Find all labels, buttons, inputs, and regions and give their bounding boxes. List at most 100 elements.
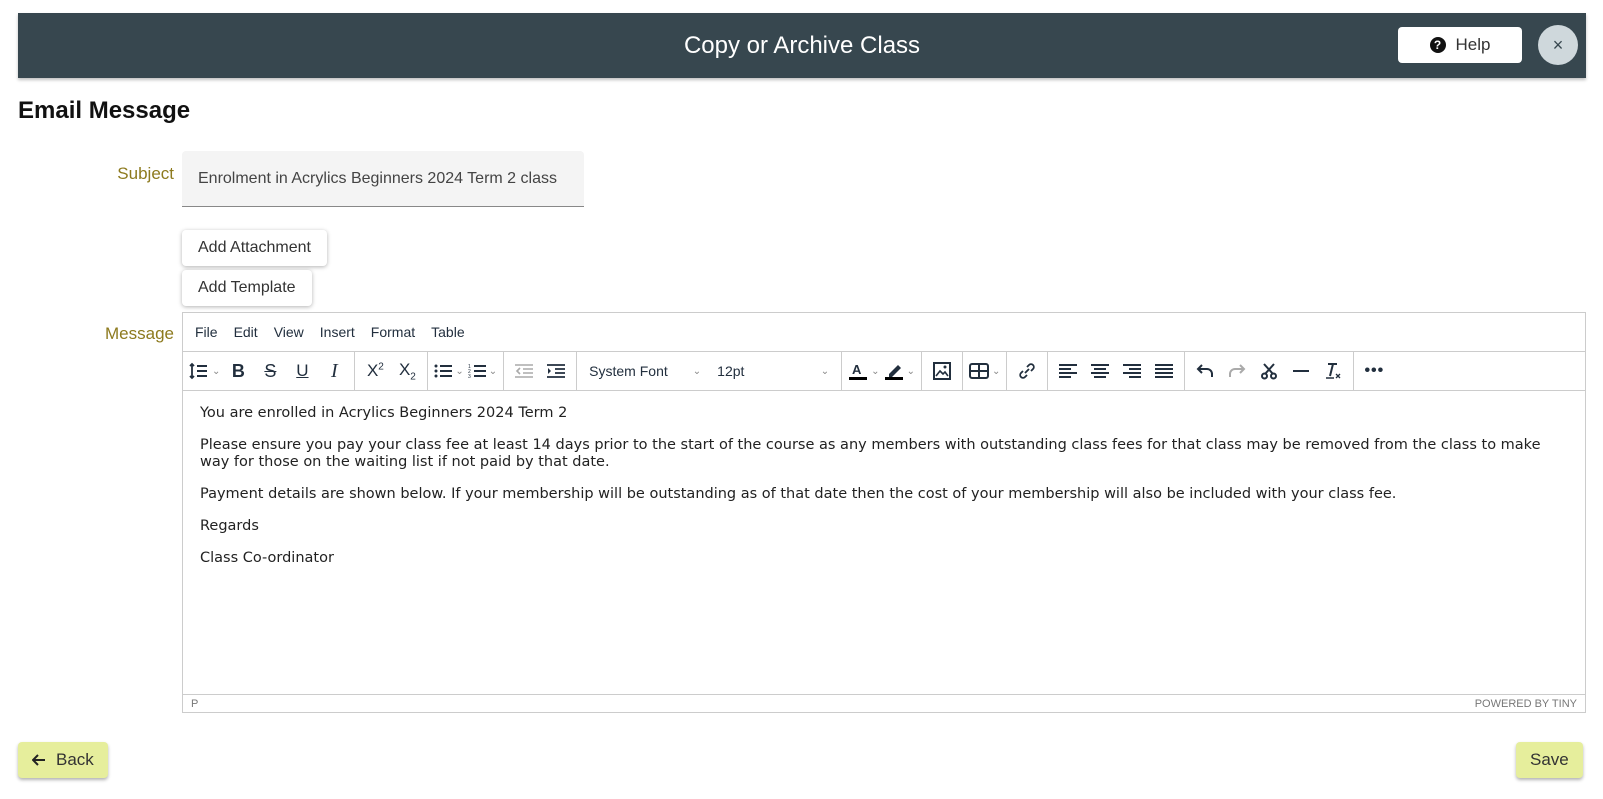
- line-height-button[interactable]: ⌄: [187, 356, 222, 386]
- chevron-down-icon: ⌄: [820, 365, 830, 377]
- align-left-icon: [1059, 364, 1078, 378]
- toolbar-group-script: X2 X2: [355, 352, 429, 390]
- numbered-list-button[interactable]: 123 ⌄: [466, 356, 499, 386]
- outdent-icon: [515, 364, 534, 378]
- indent-icon: [547, 364, 566, 378]
- clear-formatting-icon: [1326, 363, 1341, 379]
- toolbar-group-format: ⌄ B S U I: [183, 352, 356, 390]
- section-title: Email Message: [18, 97, 191, 124]
- message-label: Message: [105, 324, 174, 343]
- toolbar-group-more: •••: [1354, 352, 1394, 390]
- toolbar-group-lists: ⌄ 123 ⌄: [428, 352, 505, 390]
- horizontal-rule-icon: [1293, 370, 1310, 372]
- chevron-down-icon: ⌄: [455, 365, 464, 377]
- italic-icon: I: [331, 359, 338, 382]
- undo-icon: [1196, 364, 1214, 377]
- subscript-button[interactable]: X2: [391, 356, 423, 386]
- chevron-down-icon: ⌄: [212, 365, 221, 377]
- close-button[interactable]: ×: [1538, 25, 1578, 65]
- horizontal-rule-button[interactable]: [1285, 356, 1317, 386]
- font-family-value: System Font: [589, 363, 668, 379]
- table-icon: [968, 363, 989, 379]
- strikethrough-icon: S: [264, 360, 277, 381]
- dialog-header: Copy or Archive Class ? Help ×: [18, 13, 1586, 78]
- subject-input[interactable]: [182, 151, 584, 207]
- insert-table-button[interactable]: ⌄: [967, 356, 1002, 386]
- clear-formatting-button[interactable]: [1317, 356, 1349, 386]
- underline-icon: U: [296, 361, 309, 380]
- menu-insert[interactable]: Insert: [312, 324, 363, 340]
- add-attachment-button[interactable]: Add Attachment: [182, 230, 327, 266]
- cut-button[interactable]: [1253, 356, 1285, 386]
- font-size-value: 12pt: [717, 363, 745, 379]
- save-label: Save: [1530, 750, 1569, 769]
- bullet-list-button[interactable]: ⌄: [432, 356, 465, 386]
- text-color-button[interactable]: A ⌄: [846, 356, 881, 386]
- svg-text:3: 3: [468, 374, 471, 379]
- editor-content[interactable]: You are enrolled in Acrylics Beginners 2…: [183, 391, 1585, 694]
- indent-button[interactable]: [540, 356, 572, 386]
- subject-label: Subject: [117, 164, 174, 183]
- redo-icon: [1229, 364, 1246, 377]
- toolbar-group-font: System Font ⌄ 12pt ⌄: [577, 352, 843, 390]
- strikethrough-button[interactable]: S: [254, 356, 286, 386]
- toolbar-group-table: ⌄: [963, 352, 1008, 390]
- line-height-icon: [189, 362, 207, 380]
- toolbar-group-history: [1185, 352, 1355, 390]
- superscript-button[interactable]: X2: [359, 356, 391, 386]
- element-path[interactable]: P: [191, 698, 198, 710]
- bullet-list-icon: [434, 364, 453, 378]
- message-paragraph: Please ensure you pay your class fee at …: [200, 437, 1541, 470]
- question-circle-icon: ?: [1429, 37, 1446, 53]
- message-paragraph: You are enrolled in Acrylics Beginners 2…: [200, 405, 568, 421]
- more-icon: •••: [1364, 362, 1385, 379]
- editor-toolbar: ⌄ B S U I X2 X2 ⌄ 123 ⌄ System Font ⌄ 12…: [183, 352, 1585, 391]
- menu-file[interactable]: File: [187, 324, 226, 340]
- menu-edit[interactable]: Edit: [226, 324, 266, 340]
- toolbar-group-align: [1048, 352, 1186, 390]
- font-size-select[interactable]: 12pt ⌄: [709, 356, 837, 386]
- editor-statusbar: P POWERED BY TINY: [183, 694, 1585, 712]
- insert-image-button[interactable]: [926, 356, 958, 386]
- undo-button[interactable]: [1189, 356, 1221, 386]
- align-right-icon: [1123, 364, 1142, 378]
- save-button[interactable]: Save: [1516, 742, 1583, 778]
- help-button[interactable]: ? Help: [1398, 27, 1522, 63]
- highlight-icon: [884, 365, 903, 380]
- more-button[interactable]: •••: [1358, 356, 1390, 386]
- link-icon: [1019, 363, 1036, 379]
- redo-button[interactable]: [1221, 356, 1253, 386]
- branding-link[interactable]: POWERED BY TINY: [1475, 698, 1577, 710]
- subscript-icon: X2: [398, 359, 416, 383]
- add-template-button[interactable]: Add Template: [182, 270, 312, 306]
- font-family-select[interactable]: System Font ⌄: [581, 356, 709, 386]
- highlight-color-button[interactable]: ⌄: [882, 356, 917, 386]
- align-center-button[interactable]: [1084, 356, 1116, 386]
- dialog-title: Copy or Archive Class: [683, 32, 921, 59]
- chevron-down-icon: ⌄: [871, 365, 880, 377]
- chevron-down-icon: ⌄: [692, 365, 702, 377]
- rich-text-editor: File Edit View Insert Format Table ⌄ B S…: [182, 312, 1586, 713]
- superscript-icon: X2: [366, 361, 384, 380]
- bold-button[interactable]: B: [222, 356, 254, 386]
- menu-view[interactable]: View: [266, 324, 312, 340]
- menu-format[interactable]: Format: [363, 324, 423, 340]
- italic-button[interactable]: I: [318, 356, 350, 386]
- message-paragraph: Class Co-ordinator: [200, 550, 334, 566]
- image-icon: [932, 362, 951, 380]
- back-button[interactable]: Back: [18, 742, 108, 778]
- toolbar-group-image: [922, 352, 963, 390]
- align-justify-button[interactable]: [1148, 356, 1180, 386]
- underline-button[interactable]: U: [286, 356, 318, 386]
- outdent-button[interactable]: [508, 356, 540, 386]
- message-paragraph: Payment details are shown below. If your…: [200, 486, 1397, 502]
- svg-text:A: A: [852, 362, 862, 377]
- bold-icon: B: [231, 360, 245, 381]
- align-right-button[interactable]: [1116, 356, 1148, 386]
- insert-link-button[interactable]: [1011, 356, 1043, 386]
- menu-table[interactable]: Table: [423, 324, 472, 340]
- toolbar-group-color: A ⌄ ⌄: [842, 352, 922, 390]
- cut-icon: [1261, 363, 1278, 380]
- align-left-button[interactable]: [1052, 356, 1084, 386]
- arrow-left-icon: [32, 754, 45, 766]
